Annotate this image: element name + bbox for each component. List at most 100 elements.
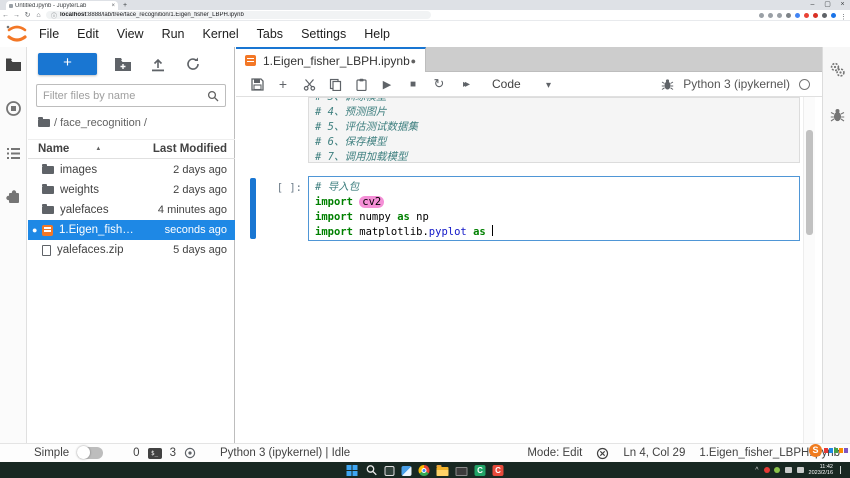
- refresh-icon[interactable]: [184, 56, 202, 72]
- extension-icon[interactable]: [759, 13, 764, 18]
- kernel-status-icon[interactable]: [799, 79, 810, 90]
- property-inspector-icon[interactable]: [829, 61, 846, 78]
- menu-file[interactable]: File: [30, 21, 68, 47]
- terminal-icon[interactable]: $_: [148, 448, 162, 459]
- copy-cells-button[interactable]: [322, 77, 348, 91]
- kernel-status-text[interactable]: Python 3 (ipykernel) | Idle: [220, 447, 350, 459]
- simple-mode-toggle[interactable]: [77, 447, 103, 459]
- terminals-count[interactable]: 0: [133, 447, 139, 459]
- column-name[interactable]: Name: [38, 143, 69, 155]
- breadcrumb[interactable]: / face_recognition /: [38, 115, 147, 131]
- debugger-bug-icon[interactable]: [661, 78, 674, 91]
- cell-type-dropdown[interactable]: Code ▾: [492, 77, 551, 91]
- new-launcher-button[interactable]: +: [38, 53, 97, 75]
- home-icon[interactable]: ⌂: [33, 12, 44, 19]
- menu-tabs[interactable]: Tabs: [248, 21, 292, 47]
- notebook-tab[interactable]: 1.Eigen_fisher_LBPH.ipynb ●: [236, 47, 426, 72]
- cursor-position[interactable]: Ln 4, Col 29: [623, 447, 685, 459]
- cell-collapser[interactable]: [250, 178, 256, 239]
- reload-icon[interactable]: ↻: [22, 11, 33, 19]
- back-icon[interactable]: ←: [0, 12, 11, 19]
- unsaved-changes-dot[interactable]: ●: [411, 56, 416, 66]
- extension-manager-icon[interactable]: [5, 188, 22, 205]
- file-row-weights[interactable]: weights2 days ago: [28, 180, 235, 200]
- add-cell-button[interactable]: +: [270, 76, 296, 92]
- debugger-sidebar-icon[interactable]: [829, 107, 846, 124]
- browser-tab[interactable]: Untitled.ipynb - JupyterLab ×: [6, 1, 118, 10]
- browser-menu-icon[interactable]: ⋮: [840, 13, 845, 18]
- sort-ascending-icon[interactable]: ▲: [95, 146, 101, 152]
- show-desktop-button[interactable]: [840, 466, 846, 474]
- taskbar-clock[interactable]: 11:42 2023/2/16: [809, 464, 833, 477]
- right-activity-bar: [822, 47, 850, 443]
- explorer-icon[interactable]: [437, 467, 449, 476]
- extension-icon[interactable]: [777, 13, 782, 18]
- menu-help[interactable]: Help: [355, 21, 399, 47]
- kernel-sessions-icon[interactable]: [184, 447, 196, 459]
- tray-expand-icon[interactable]: ^: [755, 467, 758, 474]
- restart-kernel-button[interactable]: ↻: [426, 76, 452, 92]
- paste-cells-button[interactable]: [348, 77, 374, 91]
- run-cell-button[interactable]: ▶: [374, 78, 400, 91]
- menu-kernel[interactable]: Kernel: [194, 21, 248, 47]
- extension-icon[interactable]: [795, 13, 800, 18]
- column-last-modified[interactable]: Last Modified: [153, 143, 227, 155]
- extension-icon[interactable]: [768, 13, 773, 18]
- cell2-editor[interactable]: # 导入包import cv2import numpy as npimport …: [308, 176, 800, 241]
- extension-icon[interactable]: [831, 13, 836, 18]
- upload-icon[interactable]: [149, 56, 167, 72]
- notebook-scrollbar[interactable]: [803, 97, 815, 443]
- extension-icon[interactable]: [813, 13, 818, 18]
- widgets-icon[interactable]: [402, 466, 412, 476]
- forward-icon[interactable]: →: [11, 12, 22, 19]
- tray-status-icon[interactable]: [764, 467, 770, 473]
- mode-indicator[interactable]: Mode: Edit: [527, 447, 582, 459]
- menu-edit[interactable]: Edit: [68, 21, 108, 47]
- app-red-icon[interactable]: C: [493, 465, 504, 476]
- address-bar[interactable]: ⓘ localhost:8888/lab/tree/face_recogniti…: [46, 11, 431, 19]
- interrupt-kernel-button[interactable]: ■: [400, 79, 426, 90]
- file-row-1-eigen-fish-[interactable]: ●1.Eigen_fish…seconds ago: [28, 220, 235, 240]
- scrollbar-thumb[interactable]: [806, 130, 813, 235]
- tray-volume-icon[interactable]: [797, 467, 804, 473]
- table-of-contents-icon[interactable]: [5, 145, 22, 162]
- taskview-icon[interactable]: [385, 466, 395, 476]
- file-row-yalefaces-zip[interactable]: yalefaces.zip5 days ago: [28, 240, 235, 260]
- search-icon[interactable]: [366, 464, 378, 476]
- restart-run-all-button[interactable]: ▸▸: [452, 79, 478, 90]
- tray-status-icon[interactable]: [774, 467, 780, 473]
- new-tab-button[interactable]: +: [123, 1, 127, 10]
- file-filter: [36, 84, 226, 107]
- windows-icon[interactable]: [347, 464, 359, 476]
- trust-shield-icon[interactable]: [596, 447, 609, 460]
- menu-settings[interactable]: Settings: [292, 21, 355, 47]
- file-filter-input[interactable]: [37, 90, 207, 102]
- tray-ime-icon[interactable]: [785, 467, 792, 473]
- extension-icon[interactable]: [804, 13, 809, 18]
- tab-close-icon[interactable]: ×: [111, 3, 115, 9]
- file-row-images[interactable]: images2 days ago: [28, 160, 235, 180]
- terminal-icon[interactable]: [456, 467, 468, 476]
- extension-icon[interactable]: [786, 13, 791, 18]
- save-button[interactable]: [244, 77, 270, 91]
- notebook-content[interactable]: # 3、训练模型# 4、预测图片# 5、评估测试数据集# 6、保存模型# 7、调…: [236, 97, 822, 443]
- app-green-icon[interactable]: C: [475, 465, 486, 476]
- minimize-button[interactable]: –: [805, 0, 820, 10]
- folder-icon: [42, 186, 54, 194]
- maximize-button[interactable]: ▢: [820, 0, 835, 10]
- chrome-icon[interactable]: [419, 465, 430, 476]
- menu-run[interactable]: Run: [153, 21, 194, 47]
- running-sessions-icon[interactable]: [5, 100, 22, 117]
- site-info-icon[interactable]: ⓘ: [51, 11, 57, 20]
- file-browser-icon[interactable]: [5, 56, 22, 73]
- new-folder-icon[interactable]: [114, 56, 132, 72]
- file-row-yalefaces[interactable]: yalefaces4 minutes ago: [28, 200, 235, 220]
- menu-view[interactable]: View: [108, 21, 153, 47]
- cut-cells-button[interactable]: [296, 77, 322, 91]
- cell1-editor[interactable]: # 3、训练模型# 4、预测图片# 5、评估测试数据集# 6、保存模型# 7、调…: [308, 97, 800, 163]
- extension-icon[interactable]: [822, 13, 827, 18]
- kernels-count[interactable]: 3: [170, 447, 176, 459]
- close-button[interactable]: ×: [835, 0, 850, 10]
- breadcrumb-home-folder-icon[interactable]: [38, 119, 50, 127]
- kernel-name[interactable]: Python 3 (ipykernel): [683, 77, 790, 91]
